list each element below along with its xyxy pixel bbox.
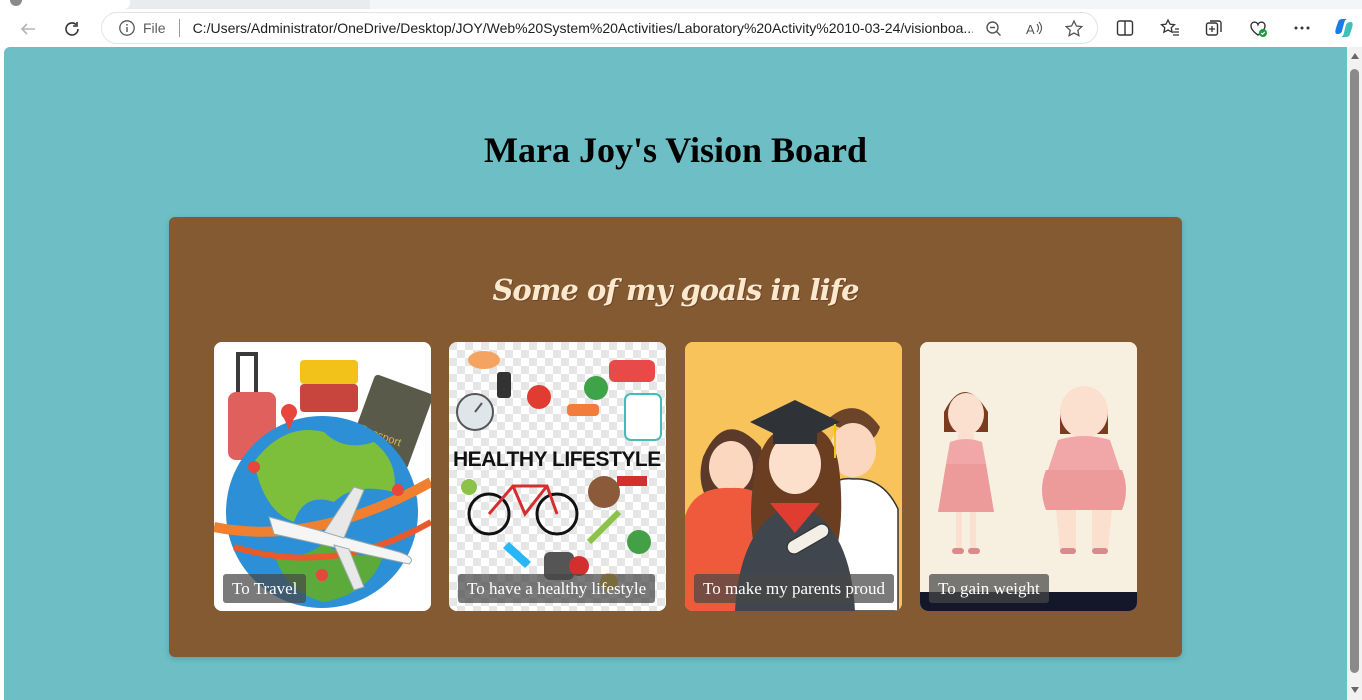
goal-card-parents-proud[interactable]: To make my parents proud <box>685 342 902 611</box>
favorites-icon[interactable] <box>1160 18 1180 38</box>
page-viewport: Mara Joy's Vision Board Some of my goals… <box>4 47 1347 700</box>
address-divider <box>178 19 180 37</box>
goal-caption: To have a healthy lifestyle <box>458 574 656 603</box>
healthy-lifestyle-heading: HEALTHY LIFESTYLE <box>453 448 661 471</box>
board-subtitle: Some of my goals in life <box>492 273 859 307</box>
goal-caption: To Travel <box>223 574 307 603</box>
favorite-star-icon[interactable] <box>1064 19 1084 39</box>
vertical-scrollbar[interactable] <box>1347 47 1362 700</box>
info-icon[interactable] <box>118 19 136 37</box>
graduation-family-illustration <box>685 342 902 611</box>
goal-caption: To gain weight <box>929 574 1049 603</box>
goal-card-healthy-lifestyle[interactable]: HEALTHY LIFESTYLE To have a healthy life… <box>449 342 666 611</box>
copilot-icon[interactable] <box>1332 16 1356 40</box>
scroll-down-arrow-icon[interactable] <box>1351 687 1359 693</box>
zoom-out-icon[interactable] <box>984 19 1004 39</box>
split-screen-icon[interactable] <box>1115 18 1135 38</box>
active-tab[interactable] <box>0 0 130 9</box>
goal-card-gain-weight[interactable]: To gain weight <box>920 342 1137 611</box>
browser-toolbar: File C:/Users/Administrator/OneDrive/Des… <box>0 9 1362 47</box>
healthy-lifestyle-illustration: HEALTHY LIFESTYLE <box>449 342 666 611</box>
goal-caption: To make my parents proud <box>694 574 894 603</box>
collections-icon[interactable] <box>1204 18 1224 38</box>
url-text[interactable]: C:/Users/Administrator/OneDrive/Desktop/… <box>193 20 973 36</box>
travel-globe-illustration: Passport <box>214 342 431 611</box>
read-aloud-icon[interactable]: A <box>1024 19 1044 39</box>
address-scheme-label: File <box>143 20 166 36</box>
goal-card-travel[interactable]: Passport To Travel <box>214 342 431 611</box>
address-bar[interactable]: File C:/Users/Administrator/OneDrive/Des… <box>101 12 1098 44</box>
tab-strip <box>0 0 1362 9</box>
svg-text:A: A <box>1026 22 1035 37</box>
tab-strip-background <box>370 0 1362 9</box>
browser-essentials-icon[interactable] <box>1248 18 1268 38</box>
more-menu-icon[interactable] <box>1292 18 1312 38</box>
back-button[interactable] <box>14 15 42 43</box>
refresh-icon <box>65 22 79 36</box>
page-title: Mara Joy's Vision Board <box>483 130 868 170</box>
scroll-thumb[interactable] <box>1350 69 1359 673</box>
refresh-button[interactable] <box>58 15 86 43</box>
scroll-up-arrow-icon[interactable] <box>1351 53 1359 59</box>
weight-gain-illustration <box>920 342 1137 611</box>
back-arrow-icon <box>20 23 35 35</box>
vision-board-panel: Some of my goals in life Passport <box>169 217 1182 657</box>
